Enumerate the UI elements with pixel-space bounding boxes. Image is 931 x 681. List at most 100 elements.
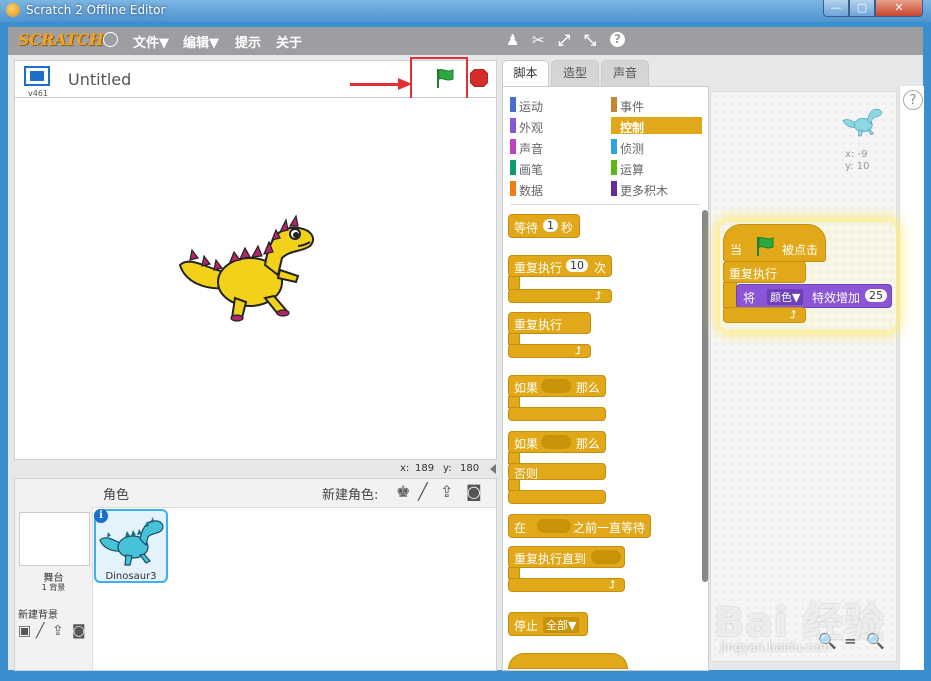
tab-costumes[interactable]: 造型 (551, 60, 599, 86)
category-left-0[interactable]: 运动 (519, 98, 543, 115)
tab-scripts[interactable]: 脚本 (502, 60, 549, 87)
category-right-1[interactable]: 控制 (620, 119, 644, 136)
block-if-then[interactable]: 如果 那么 (508, 375, 606, 397)
effect-suffix: 特效增加 (812, 291, 861, 305)
dinosaur-thumbnail-blue (99, 517, 164, 566)
paint-backdrop-icon[interactable]: ╱ (36, 623, 44, 639)
palette-divider (510, 204, 700, 205)
category-left-3[interactable]: 画笔 (519, 161, 543, 178)
category-color-bar (611, 181, 617, 196)
block-stop[interactable]: 停止 全部▼ (508, 612, 588, 636)
block-ifelse-condition-slot[interactable] (541, 435, 571, 449)
block-repeat-until[interactable]: 重复执行直到 (508, 546, 625, 568)
sprite-info-icon[interactable]: i (94, 509, 108, 523)
category-right-4[interactable]: 更多积木 (620, 182, 668, 199)
block-waituntil-label: 在 (514, 521, 527, 535)
duplicate-icon[interactable]: ♟ (506, 31, 519, 49)
block-wait-until[interactable]: 在 之前一直等待 (508, 514, 651, 538)
paint-sprite-icon[interactable]: ╱ (418, 482, 428, 501)
new-backdrop-label: 新建背景 (18, 610, 58, 621)
upload-backdrop-icon[interactable]: ⇪ (52, 623, 64, 639)
stop-sign-icon[interactable] (470, 69, 488, 87)
block-repeat-arm (508, 276, 520, 290)
zoom-in-icon[interactable]: 🔍 (866, 632, 885, 650)
block-repeatuntil-label: 重复执行直到 (514, 552, 587, 566)
menu-tips[interactable]: 提示 (235, 32, 261, 51)
scripts-area[interactable] (710, 91, 897, 662)
block-wait-input[interactable]: 1 (543, 219, 558, 232)
block-help-icon[interactable]: ? (903, 90, 923, 110)
help-column (899, 86, 924, 670)
category-right-2[interactable]: 侦测 (620, 140, 644, 157)
menu-edit[interactable]: 编辑▼ (183, 32, 219, 51)
block-forever-foot: ⮥ (508, 344, 591, 358)
language-globe-icon[interactable] (103, 32, 118, 47)
backdrop-library-icon[interactable]: ▣ (18, 623, 31, 639)
block-forever[interactable]: 重复执行 (508, 312, 591, 334)
menu-file[interactable]: 文件▼ (133, 32, 169, 51)
effect-value[interactable]: 25 (865, 289, 887, 302)
block-if-label: 如果 (514, 381, 539, 395)
script-hat-when-flag-clicked[interactable]: 当 被点击 (723, 224, 826, 262)
upload-sprite-icon[interactable]: ⇪ (440, 482, 453, 501)
category-right-0[interactable]: 事件 (620, 98, 644, 115)
block-repeatuntil-foot: ⮥ (508, 578, 625, 592)
tab-sounds[interactable]: 声音 (601, 60, 649, 86)
minimize-button[interactable]: — (823, 0, 849, 17)
block-hat-partial[interactable] (508, 653, 628, 669)
scratch-menubar: SCRATCH 文件▼ 编辑▼ 提示 关于 ♟ ✂ ⤢ ⤡ ? (8, 27, 923, 55)
zoom-out-icon[interactable]: 🔍 (818, 632, 837, 650)
block-repeat-foot: ⮥ (508, 289, 612, 303)
block-if-condition-slot[interactable] (541, 379, 571, 393)
category-color-bar (611, 118, 617, 133)
camera-sprite-icon[interactable]: ◙ (466, 482, 482, 501)
block-wait[interactable]: 等待 1 秒 (508, 214, 580, 238)
category-left-1[interactable]: 外观 (519, 119, 543, 136)
collapse-stage-icon[interactable] (490, 464, 496, 474)
zoom-reset-icon[interactable]: = (844, 632, 857, 650)
block-repeat-unit: 次 (594, 261, 607, 275)
camera-backdrop-icon[interactable]: ◙ (72, 623, 86, 639)
palette-scrollbar[interactable] (702, 210, 708, 582)
sprite-x-readout: x: -9 (845, 149, 868, 160)
maximize-button[interactable]: ▢ (849, 0, 875, 17)
menu-about[interactable]: 关于 (276, 32, 302, 51)
category-left-2[interactable]: 声音 (519, 140, 543, 157)
block-ifelse-then: 那么 (576, 437, 601, 451)
dinosaur-sprite-yellow[interactable] (170, 210, 320, 330)
green-flag-icon (757, 237, 774, 256)
grow-icon[interactable]: ⤢ (558, 31, 570, 49)
block-if-else[interactable]: 如果 那么 (508, 431, 606, 453)
help-icon[interactable]: ? (610, 32, 625, 47)
cut-icon[interactable]: ✂ (532, 31, 545, 49)
project-title[interactable]: Untitled (68, 70, 131, 89)
green-flag-icon[interactable] (434, 67, 456, 89)
category-color-bar (510, 97, 516, 112)
block-repeat[interactable]: 重复执行 10 次 (508, 255, 612, 277)
shrink-icon[interactable]: ⤡ (584, 31, 596, 49)
stage-thumbnail[interactable] (19, 512, 90, 566)
hat-prefix: 当 (730, 243, 743, 257)
category-color-bar (510, 118, 516, 133)
sprite-y-readout: y: 10 (845, 161, 870, 172)
category-color-bar (611, 139, 617, 154)
block-stop-dropdown[interactable]: 全部▼ (543, 617, 580, 633)
category-left-4[interactable]: 数据 (519, 182, 543, 199)
block-repeatuntil-slot[interactable] (591, 550, 621, 564)
scratch-logo[interactable]: SCRATCH (18, 30, 104, 49)
loop-arrow-icon: ⮥ (575, 344, 582, 357)
close-button[interactable]: ✕ (875, 0, 923, 17)
sprite-library-icon[interactable]: ♚ (396, 482, 410, 501)
loop-arrow-icon: ⮥ (790, 308, 797, 321)
block-repeat-input[interactable]: 10 (566, 259, 588, 272)
mouse-y-label: y: (443, 463, 452, 474)
block-waituntil-slot[interactable] (537, 519, 571, 533)
effect-dropdown[interactable]: 颜色▼ (767, 289, 804, 305)
block-wait-label: 等待 (514, 221, 539, 235)
script-change-effect[interactable]: 将 颜色▼ 特效增加 25 (736, 284, 892, 308)
category-color-bar (510, 160, 516, 175)
category-right-3[interactable]: 运算 (620, 161, 644, 178)
mouse-x-label: x: (400, 463, 410, 474)
script-forever[interactable]: 重复执行 (723, 261, 806, 283)
presentation-mode-icon[interactable] (24, 66, 50, 86)
